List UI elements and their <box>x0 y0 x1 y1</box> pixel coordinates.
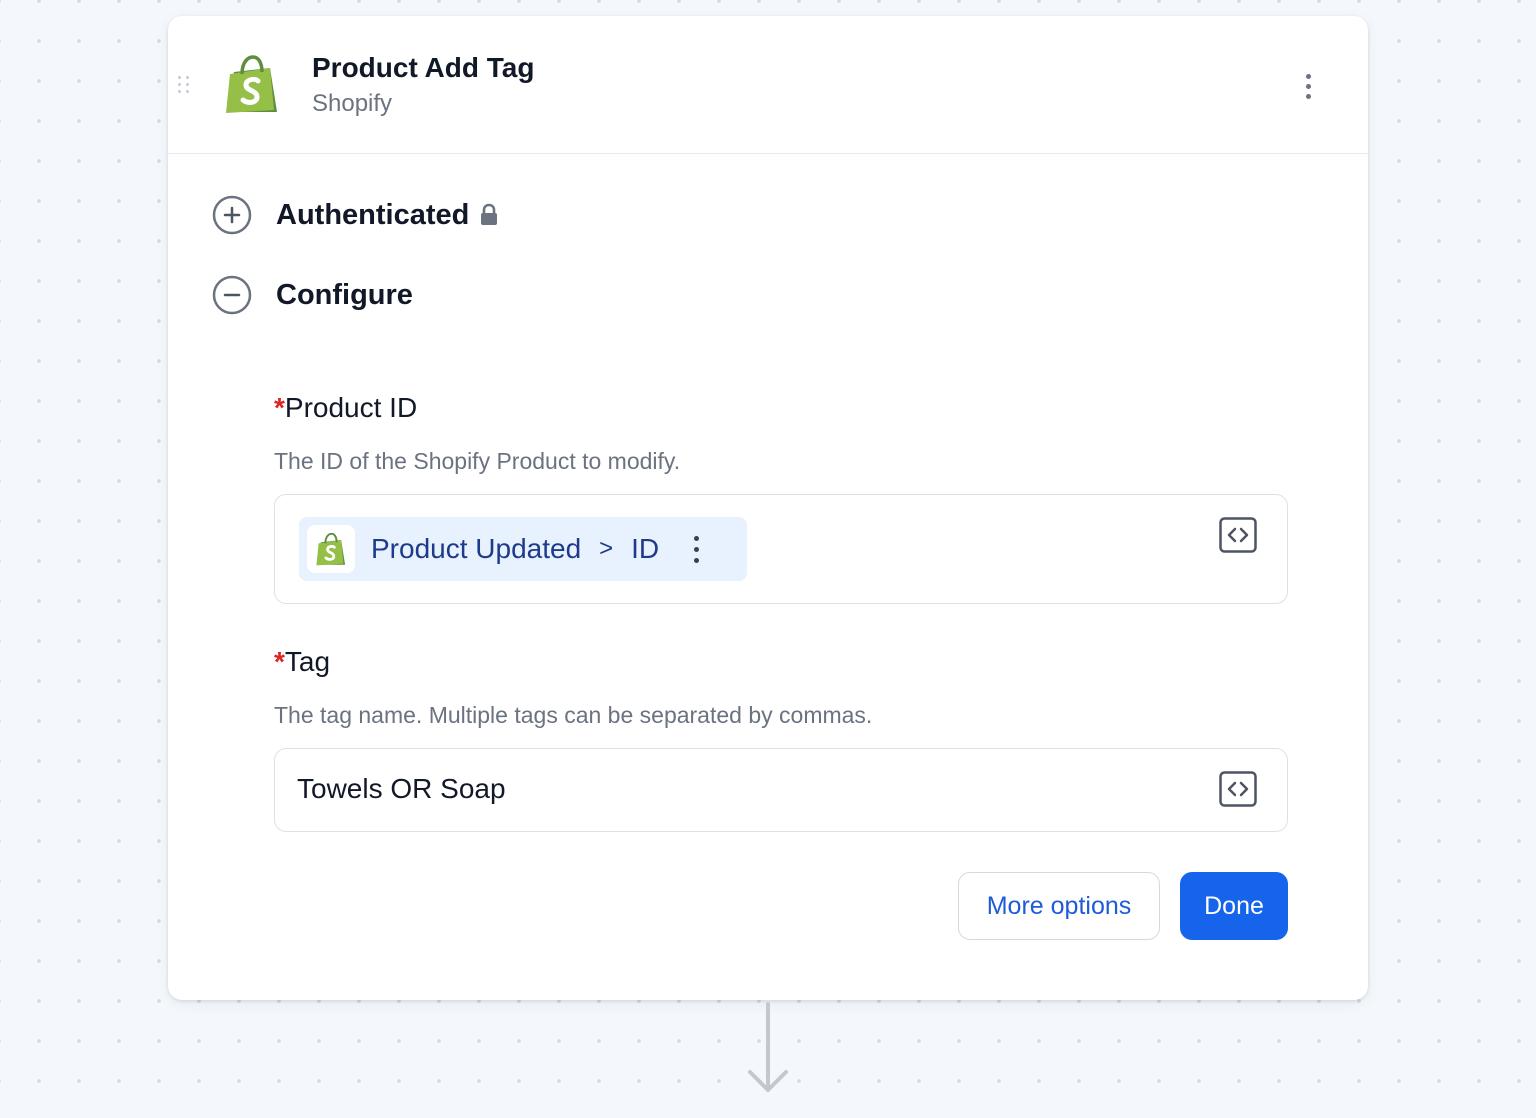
step-card: Product Add Tag Shopify Authenticated Co… <box>168 16 1368 1000</box>
done-button[interactable]: Done <box>1180 872 1288 940</box>
tag-help: The tag name. Multiple tags can be separ… <box>274 702 873 728</box>
shopify-logo-icon <box>226 55 277 113</box>
chip-kebab-icon[interactable] <box>691 531 701 567</box>
required-marker: * <box>274 392 285 423</box>
chevron-right-icon: > <box>599 535 614 562</box>
minus-circle-icon[interactable] <box>212 275 252 315</box>
product-id-label-text: Product ID <box>284 392 418 423</box>
plus-circle-icon[interactable] <box>212 195 252 235</box>
product-id-help: The ID of the Shopify Product to modify. <box>274 448 681 474</box>
chip-source-label: Product Updated <box>371 533 582 564</box>
tag-code-icon[interactable] <box>1219 771 1257 807</box>
required-marker: * <box>274 646 285 677</box>
product-id-input[interactable]: Product Updated > ID <box>274 494 1288 604</box>
chip-shopify-logo-icon <box>307 525 355 573</box>
product-id-label: *Product ID <box>274 392 417 424</box>
chip-field-label: ID <box>631 533 660 564</box>
section-configure[interactable]: Configure <box>212 274 413 316</box>
lock-icon <box>481 203 498 225</box>
step-title: Product Add Tag <box>312 52 535 83</box>
section-configure-label: Configure <box>276 278 413 311</box>
step-menu-kebab-icon[interactable] <box>1294 68 1322 104</box>
more-options-button[interactable]: More options <box>958 872 1160 940</box>
tag-input[interactable]: Towels OR Soap <box>274 748 1288 832</box>
drag-handle-icon[interactable] <box>178 76 190 94</box>
section-authenticated[interactable]: Authenticated <box>212 194 499 236</box>
product-id-mapped-chip[interactable]: Product Updated > ID <box>299 517 747 581</box>
tag-label-text: Tag <box>284 646 331 677</box>
app-name: Shopify <box>312 90 393 117</box>
step-header[interactable]: Product Add Tag Shopify <box>168 16 1368 154</box>
section-authenticated-label: Authenticated <box>276 198 470 231</box>
product-id-code-icon[interactable] <box>1219 517 1257 553</box>
arrow-down-icon <box>748 1002 788 1092</box>
tag-label: *Tag <box>274 646 330 678</box>
tag-input-value[interactable]: Towels OR Soap <box>297 773 506 805</box>
